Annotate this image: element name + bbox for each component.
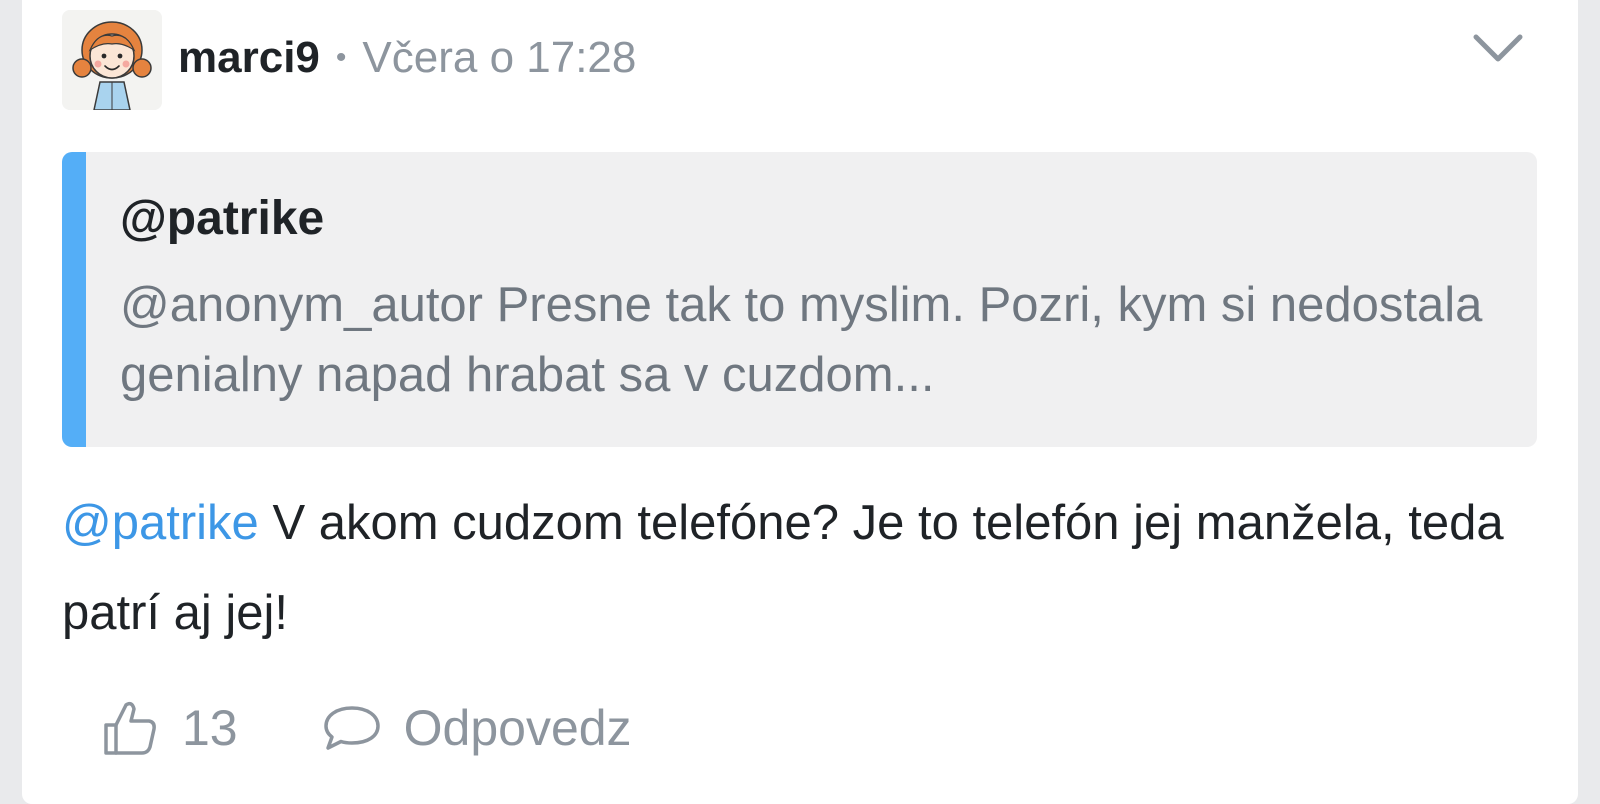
thumbs-up-icon [102, 699, 158, 757]
quote-author: @patrike [120, 192, 325, 245]
header-separator: • [335, 41, 347, 74]
like-button[interactable]: 13 [102, 699, 238, 757]
quoted-comment[interactable]: @patrike @anonym_autor Presne tak to mys… [62, 152, 1537, 447]
chevron-down-icon [1473, 34, 1523, 62]
reply-button[interactable]: Odpovedz [322, 699, 632, 757]
like-count: 13 [182, 700, 238, 756]
speech-bubble-icon [322, 703, 382, 753]
comment-actions: 13 Odpovedz [102, 698, 632, 758]
mention-link[interactable]: @patrike [62, 496, 259, 550]
comment-card: marci9 • Včera o 17:28 @patrike @anonym_… [22, 0, 1578, 804]
comment-message: @patrike V akom cudzom telefóne? Je to t… [62, 478, 1532, 658]
username[interactable]: marci9 [178, 33, 320, 83]
comment-header: marci9 • Včera o 17:28 [178, 28, 636, 88]
quote-text: @anonym_autor Presne tak to myslim. Pozr… [120, 278, 1483, 402]
message-text: V akom cudzom telefóne? Je to telefón je… [62, 496, 1504, 640]
timestamp: Včera o 17:28 [362, 33, 637, 82]
cartoon-girl-avatar-icon [62, 10, 162, 110]
reply-label: Odpovedz [403, 700, 632, 756]
avatar[interactable] [62, 10, 162, 110]
comment-menu-button[interactable] [1468, 28, 1528, 68]
